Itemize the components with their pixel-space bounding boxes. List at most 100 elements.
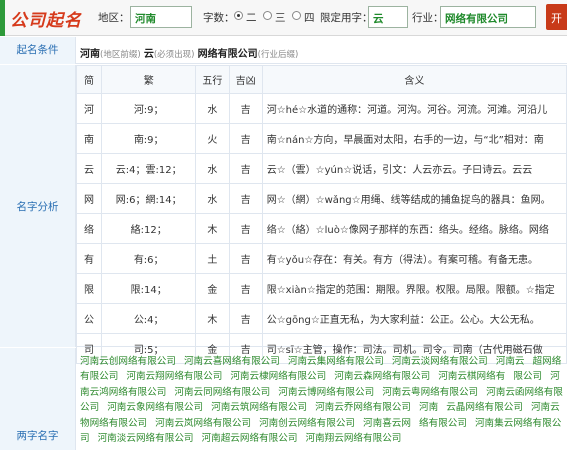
cell-meaning: 云☆（雲）☆yún☆说话，引文：人云亦云。子曰诗云。云云 [261,153,567,184]
cell-element: 木 [195,303,230,334]
two-char-names-section: 两字名字 河南云创网络有限公司 河南云喜网络有限公司 河南云集网络有限公司 河南云淡网… [0,348,567,450]
option-three-label: 三 [275,12,286,24]
industry-label: 行业： [412,12,444,24]
name-suggestion-link[interactable]: 河南云 [496,356,525,367]
radio-two-chars[interactable] [234,11,243,20]
analysis-label: 名字分析 [0,65,76,347]
name-suggestion-link[interactable]: 河南云筑网络有限公司 [211,402,307,413]
name-suggestion-link[interactable]: 河南云棋网络有 [438,371,505,382]
name-suggestion-link[interactable]: 河南云乔网络有限公司 [315,402,411,413]
cell-luck: 吉 [228,153,263,184]
cell-simplified: 河 [75,93,103,124]
name-suggestion-link[interactable]: 河南云翔网络有限公司 [126,371,222,382]
submit-button[interactable]: 开 [546,4,567,30]
name-suggestion-link[interactable]: 络有限公司 [419,418,467,429]
name-suggestion-link[interactable]: 河南云喜网络有限公司 [184,356,280,367]
name-suggestion-link[interactable]: 河南云粤网络有限公司 [382,387,478,398]
name-suggestion-link[interactable]: 河南云同网络有限公司 [174,387,270,398]
condition-region: 河南 [80,49,100,60]
header-simplified: 简 [75,65,103,94]
name-suggestion-link[interactable]: 河南云森网络有限公司 [334,371,430,382]
cell-element: 水 [195,93,230,124]
name-suggestion-link[interactable]: 河南云棣网络有限公司 [230,371,326,382]
accent-strip [0,0,5,36]
cell-simplified: 云 [75,153,103,184]
fixed-char-label: 限定用字： [320,12,373,24]
name-suggestion-link[interactable]: 河南云象网络有限公司 [107,402,203,413]
region-label: 地区： [98,12,130,24]
cell-meaning: 络☆（絡）☆luò☆像网子那样的东西：络头。经络。脉络。网络 [261,213,567,244]
header-luck: 吉凶 [228,65,263,94]
conditions-content: 河南(地区前缀) 云(必须出现) 网络有限公司(行业后缀) [80,45,298,60]
search-bar: 公司起名 地区： 河南 字数： 二 三 四 限定用字： 云 行业： 网络有限公司… [0,0,567,36]
cell-element: 水 [195,153,230,184]
cell-meaning: 有☆yǒu☆存在：有关。有方（得法）。有案可稽。有备无患。 [261,243,567,274]
name-suggestion-link[interactable]: 河南创云网络有限公司 [259,418,355,429]
fixed-char-input[interactable]: 云 [368,6,408,28]
condition-industry: 网络有限公司 [197,49,258,60]
table-row: 南南:9；火吉南☆nán☆方向，早晨面对太阳，右手的一边，与“北”相对：南 [75,123,567,154]
cell-traditional: 河:9； [101,93,197,124]
name-suggestion-link[interactable]: 河南翔云网络有限公司 [305,433,401,444]
cell-element: 木 [195,213,230,244]
cell-traditional: 絡:12； [101,213,197,244]
cell-element: 土 [195,243,230,274]
cell-traditional: 公:4； [101,303,197,334]
table-row: 有有:6；土吉有☆yǒu☆存在：有关。有方（得法）。有案可稽。有备无患。 [75,243,567,274]
name-suggestion-link[interactable]: 河南云集网络有限公司 [288,356,384,367]
option-four-label: 四 [304,12,315,24]
cell-simplified: 络 [75,213,103,244]
radio-four-chars[interactable] [292,11,301,20]
cell-element: 水 [195,183,230,214]
name-suggestion-link[interactable]: 河南 [419,402,438,413]
cell-traditional: 限:14； [101,273,197,304]
cell-meaning: 网☆（網）☆wǎng☆用绳、线等结成的捕鱼捉鸟的器具：鱼网。 [261,183,567,214]
condition-industry-note: (行业后缀) [257,50,299,60]
cell-traditional: 有:6； [101,243,197,274]
name-suggestion-link[interactable]: 河南云创网络有限公司 [80,356,176,367]
name-suggestion-link[interactable]: 河南超云网络有限公司 [202,433,298,444]
name-suggestion-link[interactable]: 河南云博网络有限公司 [278,387,374,398]
cell-simplified: 南 [75,123,103,154]
name-suggestion-link[interactable]: 河南喜云网 [363,418,411,429]
cell-element: 火 [195,123,230,154]
name-suggestion-link[interactable]: 河南云岚网络有限公司 [155,418,251,429]
condition-fixed-note: (必须出现) [153,50,195,60]
industry-input[interactable]: 网络有限公司 [440,6,536,28]
table-header-row: 简 繁 五行 吉凶 含义 [75,65,567,94]
region-input[interactable]: 河南 [130,6,192,28]
conditions-row: 起名条件 河南(地区前缀) 云(必须出现) 网络有限公司(行业后缀) [0,37,567,64]
name-analysis-section: 名字分析 简 繁 五行 吉凶 含义 河河:9；水吉河☆hé☆水道的通称：河道。河… [0,65,567,364]
cell-luck: 吉 [228,213,263,244]
header-traditional: 繁 [101,65,197,94]
header-element: 五行 [195,65,230,94]
option-two-label: 二 [246,12,257,24]
cell-simplified: 有 [75,243,103,274]
table-row: 限限:14；金吉限☆xiàn☆指定的范围：期限。界限。权限。局限。限额。☆指定 [75,273,567,304]
char-count-label: 字数： [203,12,235,24]
name-suggestion-link[interactable]: 河南淡云网络有限公司 [98,433,194,444]
cell-luck: 吉 [228,303,263,334]
cell-element: 金 [195,273,230,304]
cell-traditional: 南:9； [101,123,197,154]
cell-traditional: 云:4；雲:12； [101,153,197,184]
cell-simplified: 公 [75,303,103,334]
cell-meaning: 限☆xiàn☆指定的范围：期限。界限。权限。局限。限额。☆指定 [261,273,567,304]
analysis-table: 简 繁 五行 吉凶 含义 河河:9；水吉河☆hé☆水道的通称：河道。河沟。河谷。… [75,65,567,364]
table-row: 公公:4；木吉公☆gōng☆正直无私，为大家利益：公正。公心。大公无私。 [75,303,567,334]
radio-three-chars[interactable] [263,11,272,20]
cell-meaning: 河☆hé☆水道的通称：河道。河沟。河谷。河流。河滩。河沿儿 [261,93,567,124]
cell-simplified: 网 [75,183,103,214]
name-suggestion-link[interactable]: 河南云淡网络有限公司 [392,356,488,367]
cell-traditional: 网:6；網:14； [101,183,197,214]
conditions-label: 起名条件 [0,37,76,64]
cell-luck: 吉 [228,243,263,274]
name-suggestion-link[interactable]: 限公司 [513,371,542,382]
names-label: 两字名字 [0,348,76,450]
table-row: 网网:6；網:14；水吉网☆（網）☆wǎng☆用绳、线等结成的捕鱼捉鸟的器具：鱼… [75,183,567,214]
cell-simplified: 限 [75,273,103,304]
condition-region-note: (地区前缀) [100,50,141,60]
name-suggestion-list: 河南云创网络有限公司 河南云喜网络有限公司 河南云集网络有限公司 河南云淡网络有限公司… [80,354,567,446]
name-suggestion-link[interactable]: 云晶网络有限公司 [446,402,523,413]
page-title: 公司起名 [10,11,82,31]
